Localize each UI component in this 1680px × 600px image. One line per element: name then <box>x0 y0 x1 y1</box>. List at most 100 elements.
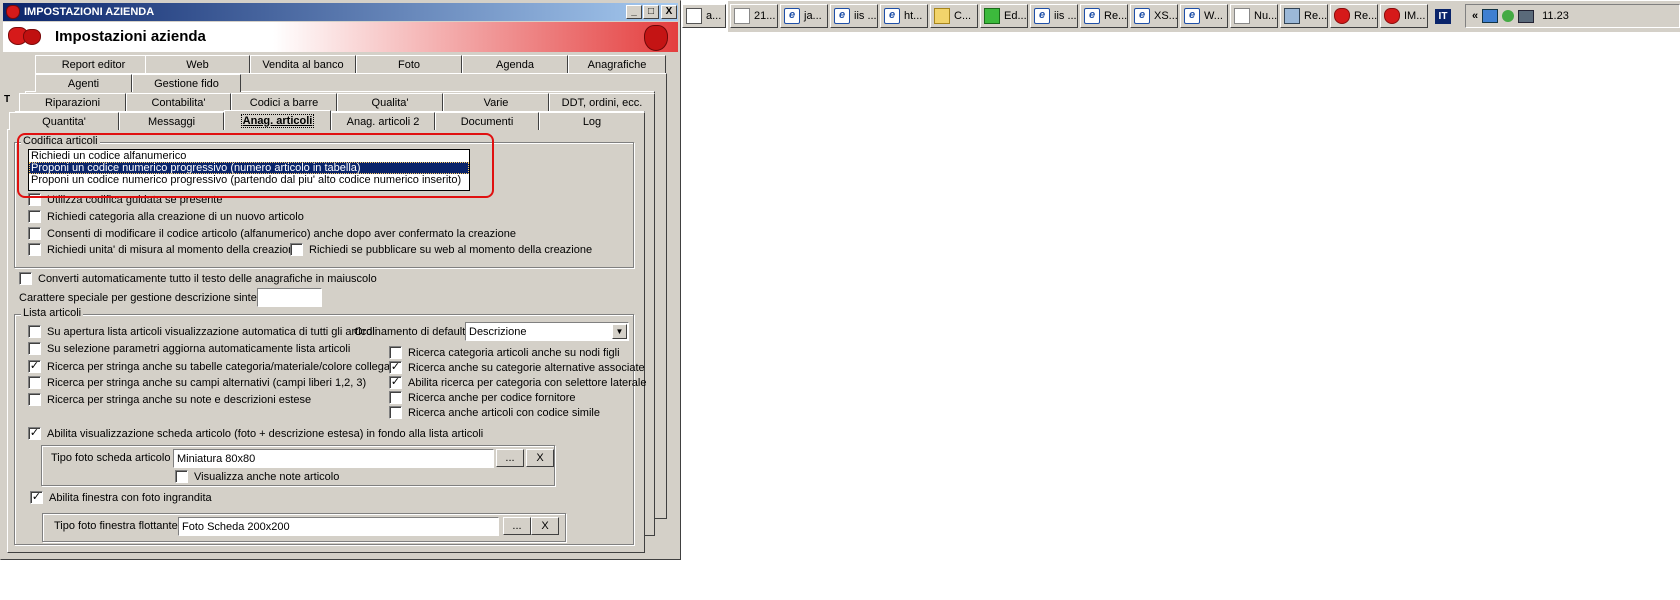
checkbox-box[interactable] <box>389 406 402 419</box>
checkbox-codice-fornitore[interactable]: Ricerca anche per codice fornitore <box>389 391 576 404</box>
taskbar-item[interactable]: e XS... <box>1130 4 1178 28</box>
checkbox-label: Richiedi unita' di misura al momento del… <box>47 243 301 256</box>
checkbox-label: Richiedi categoria alla creazione di un … <box>47 210 304 223</box>
checkbox-box[interactable]: ✓ <box>28 427 41 440</box>
tab-varie[interactable]: Varie <box>443 93 549 111</box>
tab-messaggi[interactable]: Messaggi <box>119 112 224 130</box>
tray-expand-chevron[interactable]: « <box>1472 10 1478 22</box>
checkbox-richiedi-categoria[interactable]: Richiedi categoria alla creazione di un … <box>28 210 304 223</box>
taskbar-item[interactable]: C... <box>930 4 978 28</box>
maximize-button[interactable]: □ <box>643 5 659 19</box>
folder-icon <box>934 8 950 24</box>
taskbar-item[interactable]: Re... <box>1280 4 1328 28</box>
browse-flottante-button[interactable]: ... <box>503 517 531 535</box>
tab-contabilita[interactable]: Contabilita' <box>126 93 231 111</box>
special-char-input[interactable] <box>257 288 322 307</box>
checkbox-nodi-figli[interactable]: Ricerca categoria articoli anche su nodi… <box>389 346 620 359</box>
taskbar-item[interactable]: IM... <box>1380 4 1428 28</box>
browse-foto-button[interactable]: ... <box>496 449 524 467</box>
language-indicator[interactable]: IT <box>1435 9 1451 24</box>
checkbox-box[interactable] <box>290 243 303 256</box>
tab-codici-a-barre[interactable]: Codici a barre <box>231 93 337 111</box>
tab-report-editor[interactable]: Report editor <box>35 55 152 73</box>
tipo-flottante-input[interactable]: Foto Scheda 200x200 <box>178 517 499 536</box>
tab-foto[interactable]: Foto <box>356 55 462 73</box>
tab-log[interactable]: Log <box>539 112 645 130</box>
checkbox-scheda-articolo[interactable]: ✓ Abilita visualizzazione scheda articolo… <box>28 427 483 440</box>
ordinamento-select[interactable]: Descrizione ▼ <box>465 322 629 341</box>
tray-monitor-icon[interactable] <box>1518 9 1535 23</box>
checkbox-ricerca-note[interactable]: Ricerca per stringa anche su note e desc… <box>28 393 311 406</box>
checkbox-box[interactable]: ✓ <box>389 361 402 374</box>
taskbar-item[interactable]: e Re... <box>1080 4 1128 28</box>
checkbox-note-articolo[interactable]: Visualizza anche note articolo <box>175 470 339 483</box>
checkbox-maiuscolo[interactable]: Converti automaticamente tutto il testo … <box>19 272 377 285</box>
tray-wireless-icon[interactable] <box>1502 10 1515 22</box>
tab-agenda[interactable]: Agenda <box>462 55 568 73</box>
checkbox-apertura-lista[interactable]: Su apertura lista articoli visualizzazio… <box>28 325 377 338</box>
checkbox-box[interactable] <box>28 342 41 355</box>
tab-gestione-fido[interactable]: Gestione fido <box>132 74 241 92</box>
window-title: IMPOSTAZIONI AZIENDA <box>24 6 155 18</box>
checkbox-label: Converti automaticamente tutto il testo … <box>38 272 377 285</box>
tab-web[interactable]: Web <box>145 55 250 73</box>
checkbox-ricerca-tabelle[interactable]: ✓ Ricerca per stringa anche su tabelle ca… <box>28 360 399 373</box>
close-button[interactable]: X <box>661 5 677 19</box>
taskbar-item[interactable]: Re... <box>1330 4 1378 28</box>
tray-network-icon[interactable] <box>1482 9 1499 23</box>
ordinamento-label: Ordinamento di default : <box>354 326 472 338</box>
checkbox-box[interactable] <box>175 470 188 483</box>
taskbar-item[interactable]: Nu... <box>1230 4 1278 28</box>
taskbar-item[interactable]: 21... <box>730 4 778 28</box>
checkbox-box[interactable] <box>19 272 32 285</box>
chevron-down-icon[interactable]: ▼ <box>612 324 627 339</box>
tipo-foto-input[interactable]: Miniatura 80x80 <box>173 449 494 468</box>
taskbar-item[interactable]: Ed... <box>980 4 1028 28</box>
tipo-flottante-label: Tipo foto finestra flottante : <box>54 520 184 532</box>
clear-flottante-button[interactable]: X <box>531 517 559 535</box>
tab-riparazioni[interactable]: Riparazioni <box>19 93 126 111</box>
taskbar-item[interactable]: e iis ... <box>830 4 878 28</box>
checkbox-categorie-alternative[interactable]: ✓ Ricerca anche su categorie alternative … <box>389 361 645 374</box>
checkbox-selettore-laterale[interactable]: ✓ Abilita ricerca per categoria con selet… <box>389 376 646 389</box>
doc-icon <box>686 8 702 24</box>
checkbox-box[interactable]: ✓ <box>28 360 41 373</box>
taskbar-item[interactable]: a... <box>682 4 726 28</box>
tab-vendita-al-banco[interactable]: Vendita al banco <box>250 55 356 73</box>
checkbox-finestra-foto[interactable]: ✓ Abilita finestra con foto ingrandita <box>30 491 212 504</box>
checkbox-modifica-codice[interactable]: Consenti di modificare il codice articol… <box>28 227 516 240</box>
checkbox-box[interactable] <box>28 325 41 338</box>
checkbox-box[interactable] <box>28 376 41 389</box>
checkbox-label: Richiedi se pubblicare su web al momento… <box>309 243 593 256</box>
taskbar-item[interactable]: e W... <box>1180 4 1228 28</box>
checkbox-label: Ricerca per stringa anche su tabelle cat… <box>47 360 400 373</box>
taskbar-item[interactable]: e ja... <box>780 4 828 28</box>
taskbar-item[interactable]: e ht... <box>880 4 928 28</box>
checkbox-box[interactable] <box>389 391 402 404</box>
clear-foto-button[interactable]: X <box>526 449 554 467</box>
checkbox-box[interactable] <box>28 243 41 256</box>
tab-documenti[interactable]: Documenti <box>435 112 539 130</box>
checkbox-box[interactable] <box>28 393 41 406</box>
minimize-button[interactable]: _ <box>626 5 642 19</box>
tab-anag-articoli-2[interactable]: Anag. articoli 2 <box>331 112 435 130</box>
checkbox-box[interactable]: ✓ <box>389 376 402 389</box>
checkbox-ricerca-campi-alternativi[interactable]: Ricerca per stringa anche su campi alter… <box>28 376 366 389</box>
tab-agenti[interactable]: Agenti <box>35 74 132 92</box>
checkbox-pubblica-web[interactable]: Richiedi se pubblicare su web al momento… <box>290 243 592 256</box>
checkbox-box[interactable] <box>28 227 41 240</box>
checkbox-box[interactable]: ✓ <box>30 491 43 504</box>
checkbox-box[interactable] <box>28 210 41 223</box>
tab-anagrafiche[interactable]: Anagrafiche <box>568 55 666 73</box>
tab-ddt-ordini[interactable]: DDT, ordini, ecc. <box>549 93 655 111</box>
checkbox-box[interactable] <box>389 346 402 359</box>
checkbox-aggiorna-lista[interactable]: Su selezione parametri aggiorna automati… <box>28 342 350 355</box>
taskbar-item[interactable]: e iis ... <box>1030 4 1078 28</box>
tab-quantita[interactable]: Quantita' <box>9 112 119 130</box>
clock[interactable]: 11.23 <box>1542 10 1569 22</box>
checkbox-codice-simile[interactable]: Ricerca anche articoli con codice simile <box>389 406 600 419</box>
tab-anag-articoli[interactable]: Anag. articoli <box>224 110 331 130</box>
tab-qualita[interactable]: Qualita' <box>337 93 443 111</box>
checkbox-unita-misura[interactable]: Richiedi unita' di misura al momento del… <box>28 243 300 256</box>
title-bar[interactable]: IMPOSTAZIONI AZIENDA _ □ X <box>3 3 678 21</box>
